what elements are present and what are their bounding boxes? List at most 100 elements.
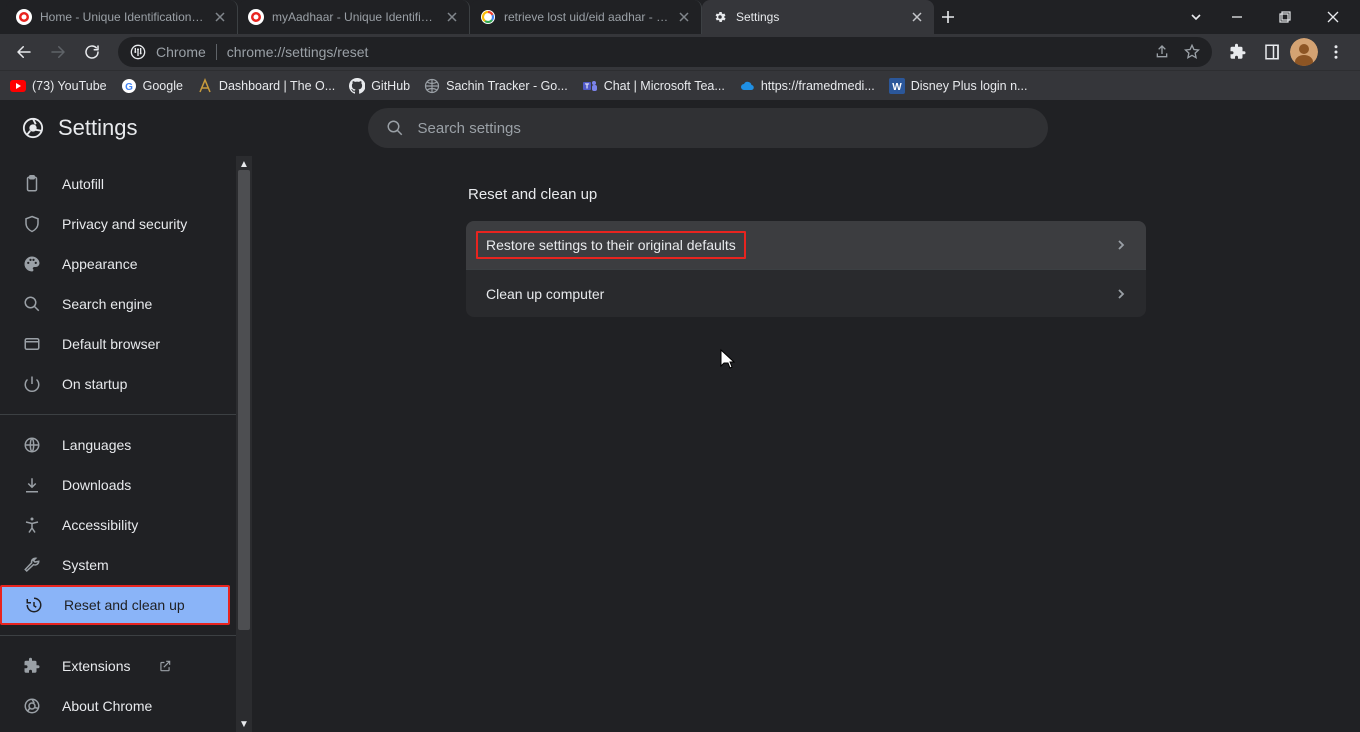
- close-icon[interactable]: [910, 10, 924, 24]
- tab-search-button[interactable]: [1178, 0, 1214, 34]
- forward-button[interactable]: [42, 36, 74, 68]
- sidebar-item-label: Privacy and security: [62, 216, 187, 232]
- sidebar-item-label: Languages: [62, 437, 131, 453]
- maximize-button[interactable]: [1262, 1, 1308, 33]
- cloud-icon: [739, 78, 755, 94]
- palette-icon: [22, 254, 42, 274]
- minimize-button[interactable]: [1214, 1, 1260, 33]
- address-bar[interactable]: Chrome chrome://settings/reset: [118, 37, 1212, 67]
- uidai-favicon: [248, 9, 264, 25]
- bookmarks-bar: (73) YouTube G Google Dashboard | The O.…: [0, 70, 1360, 100]
- sidebar-item-autofill[interactable]: Autofill: [0, 164, 236, 204]
- settings-main-content: Reset and clean up Restore settings to t…: [252, 156, 1360, 732]
- back-button[interactable]: [8, 36, 40, 68]
- url-text: chrome://settings/reset: [227, 44, 369, 60]
- sidebar-item-label: Default browser: [62, 336, 160, 352]
- sidebar-item-label: Downloads: [62, 477, 131, 493]
- restore-icon: [24, 595, 44, 615]
- reading-list-button[interactable]: [1256, 36, 1288, 68]
- sidebar-item-search-engine[interactable]: Search engine: [0, 284, 236, 324]
- bookmark-label: Dashboard | The O...: [219, 79, 335, 93]
- shield-icon: [22, 214, 42, 234]
- browser-tab-active[interactable]: Settings: [702, 0, 934, 34]
- sidebar-scrollbar[interactable]: ▲ ▼: [236, 156, 252, 732]
- sidebar-item-about[interactable]: About Chrome: [0, 686, 236, 726]
- github-icon: [349, 78, 365, 94]
- sidebar-item-label: Autofill: [62, 176, 104, 192]
- bookmark-label: (73) YouTube: [32, 79, 107, 93]
- window-titlebar: Home - Unique Identification Aut myAadha…: [0, 0, 1360, 34]
- settings-card: Restore settings to their original defau…: [466, 221, 1146, 317]
- browser-tab[interactable]: retrieve lost uid/eid aadhar - Goo: [470, 0, 702, 34]
- sidebar-item-label: Reset and clean up: [64, 597, 185, 613]
- chevron-right-icon: [1116, 289, 1126, 299]
- close-icon[interactable]: [677, 10, 691, 24]
- scrollbar-thumb[interactable]: [238, 170, 250, 630]
- bookmark-item[interactable]: T Chat | Microsoft Tea...: [582, 78, 725, 94]
- bookmark-item[interactable]: (73) YouTube: [10, 78, 107, 94]
- site-info-icon[interactable]: [130, 44, 146, 60]
- close-icon[interactable]: [213, 10, 227, 24]
- close-window-button[interactable]: [1310, 1, 1356, 33]
- profile-avatar-button[interactable]: [1290, 38, 1318, 66]
- extensions-button[interactable]: [1222, 36, 1254, 68]
- bookmark-label: GitHub: [371, 79, 410, 93]
- sidebar-item-downloads[interactable]: Downloads: [0, 465, 236, 505]
- page-title: Settings: [58, 115, 138, 141]
- youtube-icon: [10, 78, 26, 94]
- bookmark-item[interactable]: W Disney Plus login n...: [889, 78, 1028, 94]
- bookmark-label: Google: [143, 79, 183, 93]
- settings-header: Settings: [0, 100, 1360, 156]
- tab-strip: Home - Unique Identification Aut myAadha…: [0, 0, 1178, 34]
- teams-icon: T: [582, 78, 598, 94]
- share-icon[interactable]: [1154, 44, 1170, 60]
- sidebar-item-system[interactable]: System: [0, 545, 236, 585]
- sidebar-item-extensions[interactable]: Extensions: [0, 646, 236, 686]
- browser-toolbar: Chrome chrome://settings/reset: [0, 34, 1360, 70]
- sidebar-item-privacy[interactable]: Privacy and security: [0, 204, 236, 244]
- close-icon[interactable]: [445, 10, 459, 24]
- sidebar-item-label: Extensions: [62, 658, 130, 674]
- svg-text:G: G: [125, 82, 133, 93]
- sidebar-divider: [0, 635, 236, 636]
- sidebar-item-languages[interactable]: Languages: [0, 425, 236, 465]
- bookmark-label: Chat | Microsoft Tea...: [604, 79, 725, 93]
- bookmark-item[interactable]: G Google: [121, 78, 183, 94]
- sidebar-item-reset[interactable]: Reset and clean up: [0, 585, 230, 625]
- sidebar-item-default-browser[interactable]: Default browser: [0, 324, 236, 364]
- tab-title: retrieve lost uid/eid aadhar - Goo: [504, 10, 669, 24]
- bookmark-item[interactable]: Dashboard | The O...: [197, 78, 335, 94]
- reload-button[interactable]: [76, 36, 108, 68]
- kebab-menu-button[interactable]: [1320, 36, 1352, 68]
- new-tab-button[interactable]: [934, 0, 962, 34]
- sidebar-item-on-startup[interactable]: On startup: [0, 364, 236, 404]
- settings-search-input[interactable]: [368, 108, 1048, 148]
- bookmark-label: Disney Plus login n...: [911, 79, 1028, 93]
- browser-tab[interactable]: myAadhaar - Unique Identificati: [238, 0, 470, 34]
- bookmark-item[interactable]: GitHub: [349, 78, 410, 94]
- power-icon: [22, 374, 42, 394]
- sidebar-item-accessibility[interactable]: Accessibility: [0, 505, 236, 545]
- chrome-icon: [22, 696, 42, 716]
- settings-search-field[interactable]: [418, 120, 1030, 137]
- url-scheme-label: Chrome: [156, 44, 217, 60]
- cleanup-computer-label: Clean up computer: [486, 286, 604, 302]
- search-icon: [386, 119, 404, 137]
- globe-icon: [22, 435, 42, 455]
- browser-tab[interactable]: Home - Unique Identification Aut: [6, 0, 238, 34]
- bookmark-item[interactable]: https://framedmedi...: [739, 78, 875, 94]
- restore-defaults-row[interactable]: Restore settings to their original defau…: [466, 221, 1146, 269]
- star-icon[interactable]: [1184, 44, 1200, 60]
- cleanup-computer-row[interactable]: Clean up computer: [466, 269, 1146, 317]
- sidebar-divider: [0, 414, 236, 415]
- tab-title: Home - Unique Identification Aut: [40, 10, 205, 24]
- sidebar-item-label: System: [62, 557, 109, 573]
- scroll-down-icon[interactable]: ▼: [236, 716, 252, 732]
- sidebar-item-appearance[interactable]: Appearance: [0, 244, 236, 284]
- bookmark-item[interactable]: Sachin Tracker - Go...: [424, 78, 568, 94]
- external-link-icon: [158, 659, 172, 673]
- google-icon: G: [121, 78, 137, 94]
- restore-defaults-label: Restore settings to their original defau…: [476, 231, 746, 259]
- wrench-icon: [22, 555, 42, 575]
- tab-title: Settings: [736, 10, 902, 24]
